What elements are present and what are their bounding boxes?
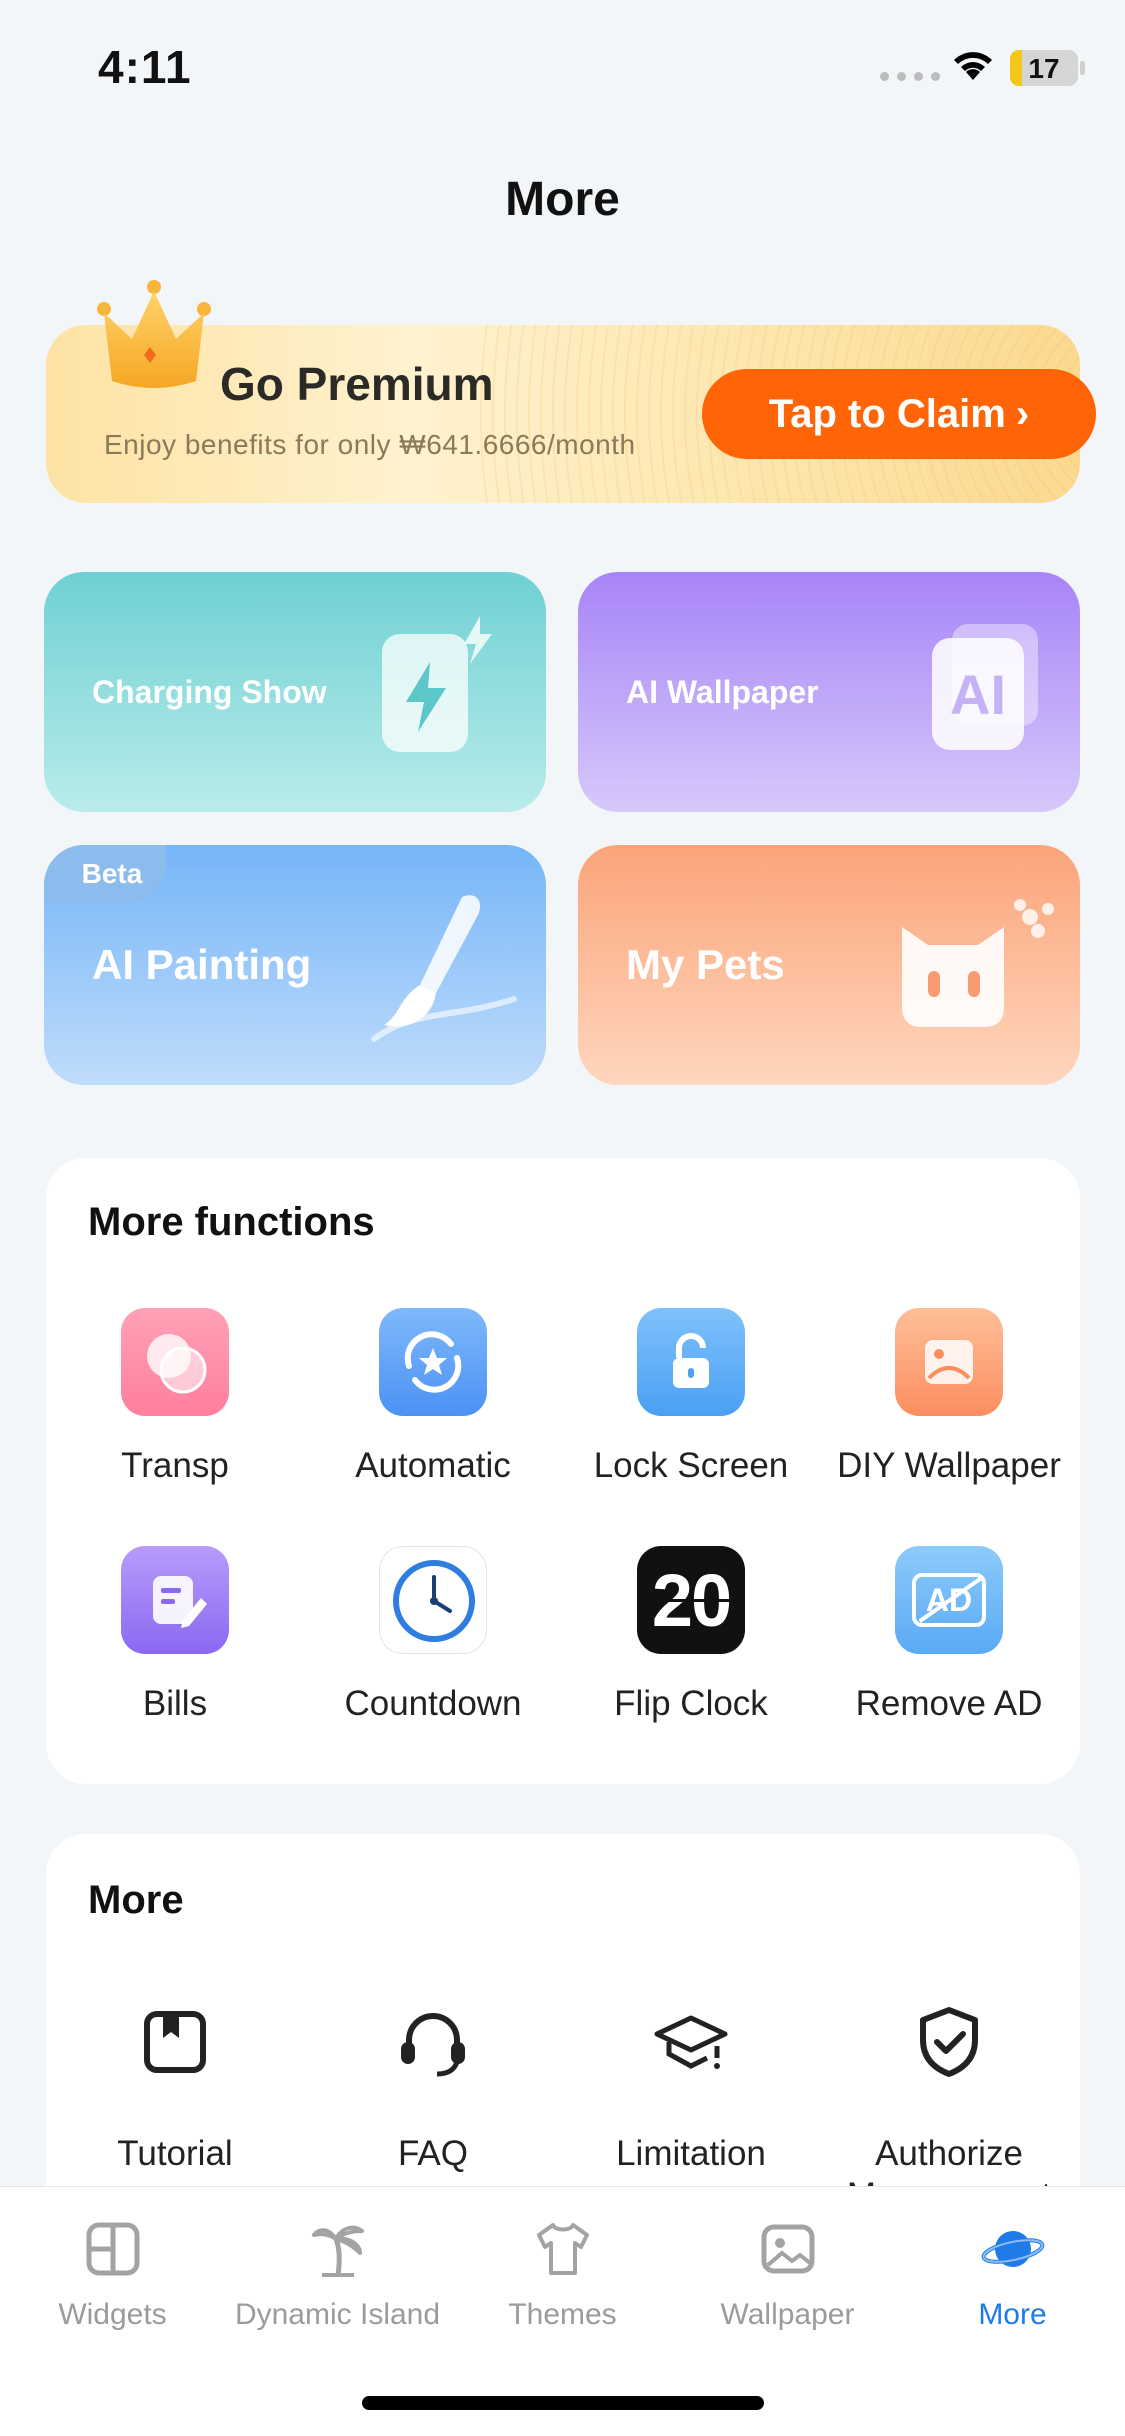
cat-face-icon bbox=[902, 899, 1054, 1027]
premium-subtitle: Enjoy benefits for only ₩641.6666/month bbox=[104, 429, 636, 460]
signal-dots-icon bbox=[880, 72, 940, 81]
shield-check-icon bbox=[920, 2007, 978, 2077]
card-label: AI Painting bbox=[92, 941, 312, 988]
function-automatic[interactable]: Automatic bbox=[304, 1308, 562, 1486]
rotate-star-icon bbox=[379, 1308, 487, 1416]
status-time: 4:11 bbox=[98, 41, 192, 93]
remove-ad-icon: AD bbox=[895, 1546, 1003, 1654]
function-label: Automatic bbox=[355, 1446, 511, 1485]
ai-painting-card[interactable]: Beta AI Painting bbox=[44, 845, 546, 1085]
document-edit-icon bbox=[121, 1546, 229, 1654]
tab-label: Dynamic Island bbox=[234, 2298, 441, 2331]
function-bills[interactable]: Bills bbox=[46, 1546, 304, 1724]
chevron-right-icon: › bbox=[1015, 391, 1030, 436]
widgets-icon bbox=[86, 2222, 139, 2276]
my-pets-card[interactable]: My Pets bbox=[578, 845, 1080, 1085]
card-label: Charging Show bbox=[92, 674, 327, 710]
more-label: Tutorial bbox=[117, 2134, 233, 2173]
premium-title: Go Premium bbox=[220, 358, 494, 410]
home-indicator bbox=[362, 2396, 764, 2410]
picture-icon bbox=[895, 1308, 1003, 1416]
function-label: Remove AD bbox=[855, 1684, 1043, 1723]
crown-icon bbox=[97, 280, 211, 388]
function-lock-screen[interactable]: Lock Screen bbox=[562, 1308, 820, 1486]
function-label: DIY Wallpaper bbox=[837, 1446, 1061, 1485]
picture-icon bbox=[761, 2224, 814, 2274]
tab-label: More bbox=[978, 2298, 1047, 2331]
battery-icon: 17 bbox=[1010, 50, 1078, 86]
more-label: Limitation bbox=[616, 2134, 766, 2173]
tab-themes[interactable]: Themes bbox=[450, 2217, 675, 2332]
function-label: Countdown bbox=[344, 1684, 522, 1723]
charging-phone-icon bbox=[382, 616, 492, 752]
function-diy-wallpaper[interactable]: DIY Wallpaper bbox=[820, 1308, 1078, 1486]
status-bar: 4:11 17 bbox=[0, 0, 1125, 140]
claim-button[interactable]: Tap to Claim › bbox=[702, 369, 1096, 459]
charging-show-card[interactable]: Charging Show bbox=[44, 572, 546, 812]
function-transp[interactable]: Transp bbox=[46, 1308, 304, 1486]
ai-wallpaper-card[interactable]: AI Wallpaper AI bbox=[578, 572, 1080, 812]
planet-icon bbox=[981, 2231, 1044, 2267]
function-flip-clock[interactable]: 20 Flip Clock bbox=[562, 1546, 820, 1724]
section-title: More functions bbox=[88, 1200, 375, 1244]
function-label: Bills bbox=[142, 1684, 208, 1723]
more-limitation[interactable]: Limitation bbox=[562, 2002, 820, 2175]
claim-label: Tap to Claim bbox=[768, 391, 1006, 436]
beta-badge: Beta bbox=[44, 845, 166, 903]
headset-icon bbox=[401, 2013, 465, 2077]
page-title: More bbox=[505, 173, 620, 226]
palm-tree-icon bbox=[311, 2225, 364, 2277]
more-authorize-management[interactable]: Authorize Management bbox=[820, 2002, 1078, 2217]
more-label: FAQ bbox=[397, 2134, 469, 2173]
flip-clock-icon: 20 bbox=[637, 1546, 745, 1654]
tab-label: Widgets bbox=[58, 2298, 167, 2331]
svg-text:AI: AI bbox=[950, 663, 1006, 726]
graduation-cap-icon bbox=[654, 2015, 728, 2069]
paintbrush-icon bbox=[371, 895, 517, 1042]
clock-icon bbox=[379, 1546, 487, 1654]
overlapping-circles-icon bbox=[121, 1308, 229, 1416]
unlock-icon bbox=[637, 1308, 745, 1416]
tshirt-icon bbox=[536, 2223, 589, 2275]
function-label: Flip Clock bbox=[614, 1684, 768, 1723]
tab-more[interactable]: More bbox=[900, 2217, 1125, 2332]
more-tutorial[interactable]: Tutorial bbox=[46, 2002, 304, 2175]
tab-dynamic-island[interactable]: Dynamic Island bbox=[225, 2217, 450, 2332]
card-label: My Pets bbox=[626, 941, 785, 988]
tab-label: Themes bbox=[508, 2298, 617, 2331]
premium-banner[interactable]: Go Premium Enjoy benefits for only ₩641.… bbox=[46, 280, 1096, 503]
function-label: Lock Screen bbox=[593, 1446, 789, 1485]
book-icon bbox=[144, 2011, 206, 2073]
function-countdown[interactable]: Countdown bbox=[304, 1546, 562, 1724]
wifi-icon bbox=[954, 52, 992, 80]
function-label: Transp bbox=[121, 1446, 229, 1485]
more-functions-panel: More functions Transp Automatic Lock Scr… bbox=[46, 1158, 1080, 1784]
section-title: More bbox=[88, 1878, 184, 1922]
tab-widgets[interactable]: Widgets bbox=[0, 2217, 225, 2332]
tab-wallpaper[interactable]: Wallpaper bbox=[675, 2217, 900, 2332]
battery-level: 17 bbox=[1028, 53, 1060, 84]
card-label: AI Wallpaper bbox=[626, 674, 819, 710]
function-remove-ad[interactable]: AD Remove AD bbox=[820, 1546, 1078, 1724]
tab-label: Wallpaper bbox=[720, 2298, 855, 2331]
ai-badge-icon: AI bbox=[932, 624, 1038, 750]
more-faq[interactable]: FAQ bbox=[304, 2002, 562, 2175]
